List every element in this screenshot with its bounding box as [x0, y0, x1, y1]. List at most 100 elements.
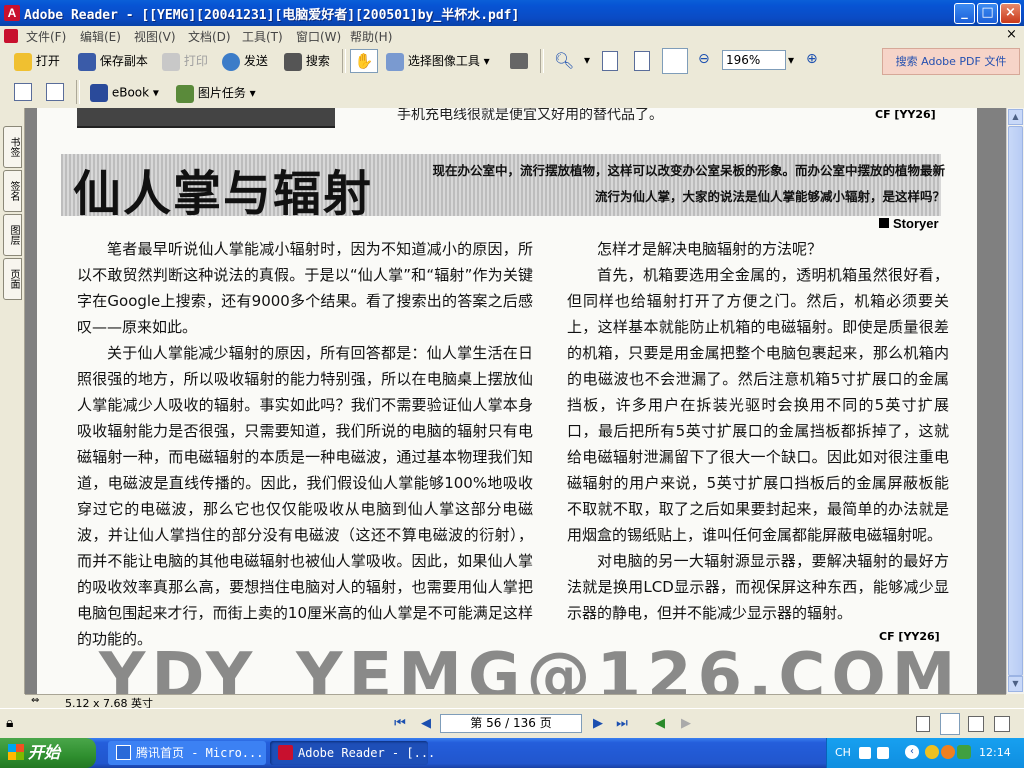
toolbar-divider [342, 49, 346, 73]
select-image-icon [386, 52, 404, 71]
taskbar-item-label: Adobe Reader - [... [298, 746, 436, 760]
document-view[interactable]: 手机充电线很就是便宜又好用的替代品了。 CF [YY26] 仙人掌与辐射 现在办… [25, 108, 1006, 694]
previous-page-button[interactable]: ◀ [418, 716, 434, 732]
go-forward-button[interactable]: ▶ [678, 716, 694, 732]
chevron-down-icon[interactable]: ▾ [788, 53, 794, 67]
binoculars-icon [284, 52, 302, 71]
article-byline: Storyer [879, 216, 939, 231]
facing-pages-icon[interactable] [968, 716, 984, 732]
fit-page-icon[interactable] [634, 51, 650, 71]
cf-logo: CF [YY26] [875, 108, 936, 121]
first-page-button[interactable]: ⏮ [392, 716, 408, 732]
page-number-field[interactable]: 第 56 / 136 页 [440, 714, 582, 733]
rotate-view-icon[interactable] [14, 83, 32, 101]
tab-layers[interactable]: 图层 [3, 214, 22, 256]
scroll-up-arrow[interactable]: ▲ [1008, 109, 1023, 125]
save-copy-button[interactable]: 保存副本 [78, 52, 148, 71]
tray-app-icon[interactable] [941, 745, 955, 759]
adobe-reader-icon [278, 745, 293, 760]
menu-edit[interactable]: 编辑(E) [80, 28, 121, 45]
chevron-down-icon: ▾ [249, 86, 256, 100]
keyboard-icon[interactable] [859, 747, 871, 759]
status-bar: ⇔ 5.12 x 7.68 英寸 [25, 694, 1006, 710]
tab-pages[interactable]: 页面 [3, 258, 22, 300]
taskbar-item-tencent[interactable]: 腾讯首页 - Micro... [108, 741, 266, 765]
picture-tasks-button[interactable]: 图片任务 ▾ [176, 84, 256, 103]
go-back-button[interactable]: ◀ [652, 716, 668, 732]
zoom-in-tool-icon[interactable]: 🔍︎ [554, 51, 574, 70]
open-label: 打开 [35, 54, 60, 68]
last-page-button[interactable]: ⏭ [614, 716, 630, 732]
search-button[interactable]: 搜索 [284, 52, 330, 71]
network-icon[interactable] [957, 745, 971, 759]
scrollbar-thumb[interactable] [1008, 126, 1023, 676]
next-page-button[interactable]: ▶ [590, 716, 606, 732]
pane-toggle-icon[interactable]: ⇔ [31, 695, 39, 706]
snapshot-icon[interactable] [510, 53, 528, 69]
paragraph: 关于仙人掌能减少辐射的原因，所有回答都是：仙人掌生活在日照很强的地方，所以吸收辐… [77, 344, 533, 648]
article-column-right: 怎样才是解决电脑辐射的方法呢？ 首先，机箱要选用全金属的，透明机箱虽然很好看，但… [567, 236, 949, 626]
tab-signatures[interactable]: 签名 [3, 170, 22, 212]
secondary-toolbar: eBook ▾ 图片任务 ▾ [0, 77, 1024, 109]
toolbar-divider [540, 49, 544, 73]
fit-width-icon[interactable] [662, 48, 688, 74]
windows-taskbar: 开始 腾讯首页 - Micro... Adobe Reader - [... C… [0, 738, 1024, 768]
rotate-counterclockwise-icon[interactable] [46, 83, 64, 101]
close-button[interactable]: × [1000, 3, 1021, 24]
zoom-level-field[interactable]: 196% [722, 50, 786, 70]
ebook-label: eBook [111, 85, 150, 100]
actual-size-icon[interactable] [602, 51, 618, 71]
send-label: 发送 [243, 54, 268, 68]
picture-tasks-icon [176, 84, 194, 103]
taskbar-item-label: 腾讯首页 - Micro... [136, 746, 264, 760]
printer-icon [162, 52, 180, 71]
menu-view[interactable]: 视图(V) [134, 28, 176, 45]
paragraph: 对电脑的另一大辐射源显示器，要解决辐射的最好方法就是换用LCD显示器，而视保屏这… [567, 552, 949, 622]
chevron-down-icon: ▾ [483, 54, 490, 68]
print-button[interactable]: 打印 [162, 52, 208, 71]
main-toolbar: 打开 保存副本 打印 发送 搜索 ✋ 选择图像工具 ▾ 🔍︎ ▾ ⊖ ▾ ⊕ [0, 45, 1024, 78]
page-photo [77, 108, 335, 128]
byline-marker [879, 218, 889, 228]
clock: 12:14 [979, 746, 1011, 759]
minimize-button[interactable]: _ [954, 3, 975, 24]
hand-tool-icon[interactable]: ✋ [350, 49, 378, 73]
close-document-icon[interactable]: × [1006, 27, 1017, 42]
open-button[interactable]: 打开 [14, 52, 60, 71]
chevron-left-icon[interactable]: ‹ [905, 745, 919, 759]
paragraph: 首先，机箱要选用全金属的，透明机箱虽然很好看，但同样也给辐射打开了方便之门。然后… [567, 266, 949, 544]
ie-icon [116, 745, 131, 760]
paragraph: 怎样才是解决电脑辐射的方法呢？ [597, 240, 823, 258]
continuous-page-icon[interactable] [940, 713, 960, 735]
qq-icon[interactable] [925, 745, 939, 759]
chevron-down-icon[interactable]: ▾ [584, 53, 590, 67]
tab-bookmarks[interactable]: 书签 [3, 126, 22, 168]
vertical-scrollbar[interactable]: ▲ ▼ [1006, 108, 1024, 694]
taskbar-item-adobe-reader[interactable]: Adobe Reader - [... [270, 741, 435, 765]
continuous-facing-icon[interactable] [994, 716, 1010, 732]
search-adobe-pdf-button[interactable]: 搜索 Adobe PDF 文件 [882, 48, 1020, 75]
document-icon [4, 29, 18, 43]
single-page-icon[interactable] [916, 716, 930, 732]
ebook-button[interactable]: eBook ▾ [90, 84, 159, 102]
scroll-down-arrow[interactable]: ▼ [1008, 676, 1023, 692]
open-folder-icon [14, 52, 32, 71]
menu-document[interactable]: 文档(D) [188, 28, 231, 45]
select-image-tool-button[interactable]: 选择图像工具 ▾ [386, 52, 490, 71]
menu-window[interactable]: 窗口(W) [296, 28, 341, 45]
menu-tools[interactable]: 工具(T) [242, 28, 283, 45]
menu-bar: 文件(F) 编辑(E) 视图(V) 文档(D) 工具(T) 窗口(W) 帮助(H… [0, 26, 1024, 45]
watermark: YDY_YEMG@126.COM [99, 640, 962, 694]
start-button[interactable]: 开始 [0, 738, 96, 768]
menu-file[interactable]: 文件(F) [26, 28, 66, 45]
title-bar: A Adobe Reader - [[YEMG][20041231][电脑爱好者… [0, 0, 1024, 26]
zoom-out-icon[interactable]: ⊖ [698, 51, 710, 67]
pdf-page: 手机充电线很就是便宜又好用的替代品了。 CF [YY26] 仙人掌与辐射 现在办… [37, 108, 977, 694]
maximize-button[interactable]: □ [977, 3, 998, 24]
search-label: 搜索 [305, 54, 330, 68]
zoom-in-icon[interactable]: ⊕ [806, 51, 818, 67]
send-button[interactable]: 发送 [222, 52, 268, 71]
ime-icon[interactable] [877, 747, 889, 759]
menu-help[interactable]: 帮助(H) [350, 28, 392, 45]
input-method-indicator[interactable]: CH [835, 746, 851, 759]
